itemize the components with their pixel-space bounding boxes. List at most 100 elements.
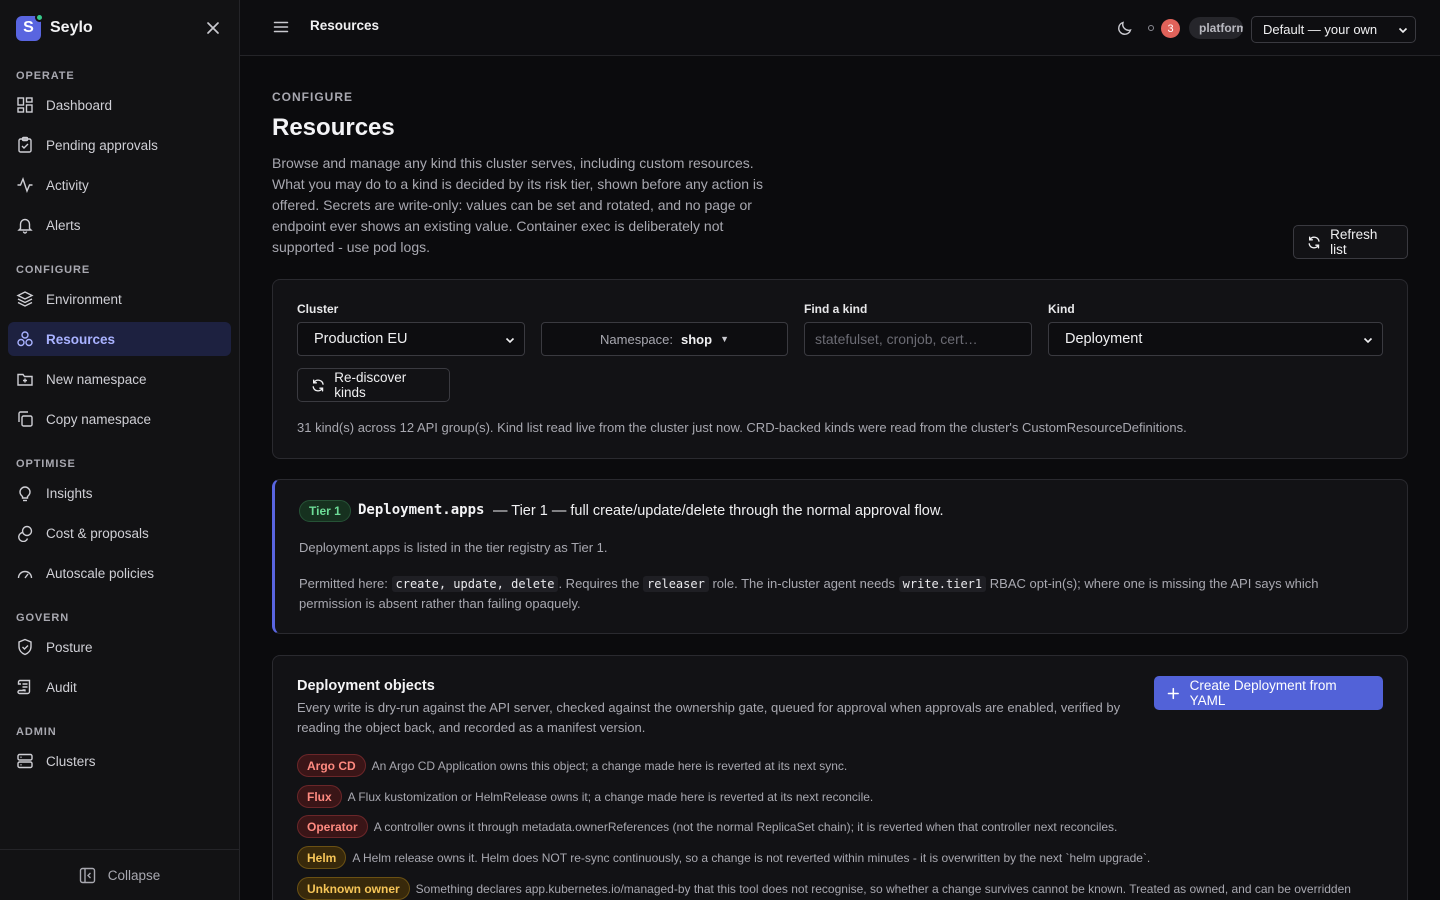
permitted-prefix: Permitted here:: [299, 576, 388, 591]
requires-prefix: . Requires the: [558, 576, 640, 591]
chevron-down-icon: [1363, 337, 1373, 344]
nav-section-configure: CONFIGURE: [16, 264, 91, 276]
sidebar-item-clusters[interactable]: Clusters: [8, 744, 231, 778]
sidebar-item-environment[interactable]: Environment: [8, 282, 231, 316]
sidebar-item-posture[interactable]: Posture: [8, 630, 231, 664]
brand[interactable]: S Seylo: [16, 12, 93, 41]
rediscover-kinds-label: Re-discover kinds: [334, 370, 407, 400]
caret-down-icon: ▼: [720, 334, 729, 344]
collapse-label: Collapse: [107, 867, 161, 883]
owner-badge-argocd: Argo CD: [297, 754, 366, 777]
owner-legend-row: Helm A Helm release owns it. Helm does N…: [297, 846, 1150, 869]
cluster-select[interactable]: Production EU: [297, 322, 525, 356]
sidebar-item-label: Posture: [46, 639, 93, 655]
find-kind-label: Find a kind: [804, 302, 868, 316]
owner-badge-unknown: Unknown owner: [297, 877, 410, 900]
sidebar-item-label: Activity: [46, 177, 89, 193]
page-title: Resources: [272, 114, 395, 141]
sidebar-item-cost-proposals[interactable]: Cost & proposals: [8, 516, 231, 550]
sidebar-item-label: Environment: [46, 291, 122, 307]
clipboard-check-icon: [18, 136, 32, 153]
connection-status-dot: [1148, 25, 1154, 31]
sidebar-item-label: Cost & proposals: [46, 525, 149, 541]
resources-icon: [17, 331, 33, 347]
kind-summary: 31 kind(s) across 12 API group(s). Kind …: [297, 420, 1187, 435]
copy-icon: [18, 411, 33, 427]
chevron-down-icon: [1398, 27, 1408, 34]
menu-icon[interactable]: [272, 18, 290, 36]
layers-icon: [16, 291, 34, 307]
logo-status-dot: [35, 12, 44, 22]
moon-icon[interactable]: [1116, 19, 1134, 37]
rediscover-kinds-button[interactable]: Re-discover kinds: [297, 368, 450, 402]
topbar-title: Resources: [310, 18, 380, 33]
sidebar-item-label: Clusters: [46, 753, 96, 769]
close-sidebar-button[interactable]: [203, 18, 223, 38]
permitted-verbs: create, update, delete: [391, 576, 559, 592]
owner-badge-helm: Helm: [297, 846, 347, 869]
scroll-icon: [17, 679, 31, 695]
namespace-select[interactable]: Namespace: shop ▼: [541, 322, 788, 356]
page-overline: CONFIGURE: [272, 90, 353, 104]
refresh-icon: [1308, 236, 1320, 248]
sidebar-item-activity[interactable]: Activity: [8, 168, 231, 202]
owner-badge-operator: Operator: [297, 815, 368, 838]
sidebar-item-insights[interactable]: Insights: [8, 476, 231, 510]
gauge-icon: [17, 570, 33, 579]
topbar: Resources 3 platform Default — your own: [240, 0, 1440, 56]
sidebar-item-label: Resources: [46, 331, 116, 347]
notification-badge[interactable]: 3: [1161, 19, 1180, 38]
lightbulb-icon: [19, 486, 31, 502]
create-from-yaml-label: Create Deployment from YAML: [1189, 678, 1337, 708]
kind-select[interactable]: Deployment: [1048, 322, 1383, 356]
sidebar-item-label: Pending approvals: [46, 137, 158, 153]
app-logo: S: [16, 12, 44, 41]
refresh-icon: [312, 378, 324, 392]
refresh-list-button[interactable]: Refresh list: [1293, 225, 1408, 259]
find-kind-input[interactable]: [804, 322, 1032, 356]
app-name: Seylo: [50, 19, 93, 36]
agent-prefix: role. The in-cluster agent needs: [712, 576, 896, 591]
owner-description: A Helm release owns it. Helm does NOT re…: [352, 850, 1151, 865]
sidebar-item-dashboard[interactable]: Dashboard: [8, 88, 231, 122]
nav-section-admin: ADMIN: [16, 726, 57, 738]
refresh-list-label: Refresh list: [1330, 227, 1378, 257]
tier-headline: — Tier 1 — full create/update/delete thr…: [493, 503, 944, 519]
collapse-icon: [79, 867, 95, 883]
kind-select-value: Deployment: [1065, 331, 1143, 347]
owner-description: Something declares app.kubernetes.io/man…: [415, 881, 1351, 896]
owner-description: A Flux kustomization or HelmRelease owns…: [347, 789, 874, 804]
cluster-select-value: Production EU: [314, 331, 408, 347]
coins-icon: [18, 525, 33, 542]
collapse-sidebar-button[interactable]: Collapse: [0, 849, 239, 900]
tier-kind-name: Deployment.apps: [358, 502, 485, 518]
owner-legend-row: Flux A Flux kustomization or HelmRelease…: [297, 785, 873, 808]
sidebar-item-alerts[interactable]: Alerts: [8, 208, 231, 242]
sidebar-item-autoscale-policies[interactable]: Autoscale policies: [8, 556, 231, 590]
nav-section-govern: GOVERN: [16, 612, 70, 624]
role-chip[interactable]: platform: [1189, 17, 1243, 39]
scope-select[interactable]: Default — your own: [1251, 16, 1416, 43]
cluster-label: Cluster: [297, 302, 339, 316]
sidebar-item-resources[interactable]: Resources: [8, 322, 231, 356]
create-from-yaml-button[interactable]: Create Deployment from YAML: [1154, 676, 1383, 710]
nav-section-operate: OPERATE: [16, 70, 75, 82]
sidebar-item-label: Alerts: [46, 217, 81, 233]
required-role: releaser: [643, 576, 709, 592]
activity-icon: [17, 177, 33, 193]
owner-badge-flux: Flux: [297, 785, 342, 808]
sidebar-item-audit[interactable]: Audit: [8, 670, 231, 704]
owner-legend-row: Argo CD An Argo CD Application owns this…: [297, 754, 847, 777]
sidebar-item-label: Insights: [46, 485, 93, 501]
bell-icon: [17, 218, 33, 234]
sidebar-item-pending-approvals[interactable]: Pending approvals: [8, 128, 231, 162]
dashboard-icon: [17, 97, 33, 113]
objects-title: Deployment objects: [297, 678, 435, 694]
chevron-down-icon: [505, 337, 515, 344]
owner-description: A controller owns it through metadata.ow…: [373, 819, 1118, 834]
server-icon: [17, 753, 33, 769]
shield-check-icon: [18, 638, 32, 656]
page-description: Browse and manage any kind this cluster …: [272, 155, 764, 255]
sidebar-item-copy-namespace[interactable]: Copy namespace: [8, 402, 231, 436]
sidebar-item-new-namespace[interactable]: New namespace: [8, 362, 231, 396]
